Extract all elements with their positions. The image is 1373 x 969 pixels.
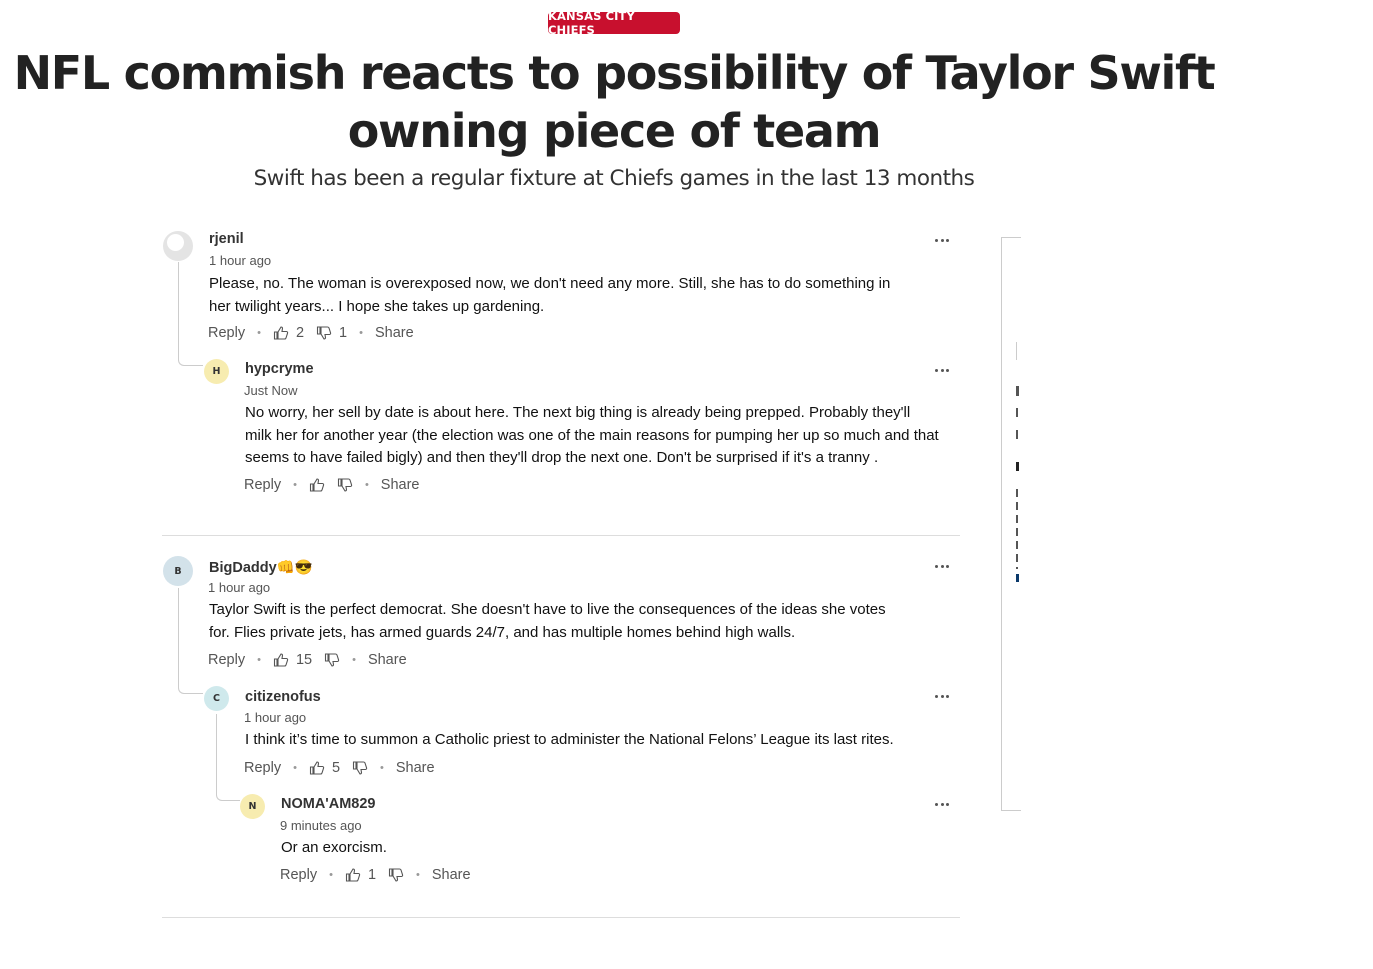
comment-actions: Reply • 15 • Share <box>208 652 407 668</box>
comment-username[interactable]: BigDaddy👊😎 <box>209 559 313 576</box>
more-options-icon[interactable] <box>935 367 949 373</box>
sidebar-fragment <box>1016 462 1019 471</box>
comment-timestamp: 1 hour ago <box>244 710 307 725</box>
comment-actions: Reply • 2 1 • Share <box>208 325 414 341</box>
comment-actions: Reply • 1 • Share <box>280 867 471 883</box>
category-badge[interactable]: KANSAS CITY CHIEFS <box>548 9 680 37</box>
more-options-icon[interactable] <box>935 237 949 243</box>
comment-timestamp: 9 minutes ago <box>280 818 362 833</box>
reply-button[interactable]: Reply <box>208 652 245 668</box>
thread-connector <box>216 714 240 801</box>
comment-text: I think it’s time to summon a Catholic p… <box>245 731 894 748</box>
reply-button[interactable]: Reply <box>244 477 281 493</box>
share-button[interactable]: Share <box>375 325 414 341</box>
thumbs-down-icon[interactable] <box>352 760 368 776</box>
like-count: 1 <box>367 867 377 883</box>
comment-username[interactable]: hypcryme <box>245 361 314 377</box>
like-count: 2 <box>295 325 305 341</box>
reply-button[interactable]: Reply <box>208 325 245 341</box>
comment-text: Or an exorcism. <box>281 839 387 856</box>
comment-text: Taylor Swift is the perfect democrat. Sh… <box>209 601 886 641</box>
thumbs-up-icon[interactable] <box>309 760 325 776</box>
share-button[interactable]: Share <box>432 867 471 883</box>
sidebar-fragment <box>1016 386 1019 396</box>
thread-divider <box>162 535 960 536</box>
like-count: 15 <box>295 652 313 668</box>
comment-username[interactable]: citizenofus <box>245 689 321 705</box>
comment-timestamp: 1 hour ago <box>209 253 272 268</box>
sidebar-fragment <box>1016 408 1018 417</box>
comment-text: Please, no. The woman is overexposed now… <box>209 275 891 315</box>
sidebar-fragment <box>1016 574 1019 582</box>
more-options-icon[interactable] <box>935 563 949 569</box>
sidebar-fragment <box>1016 342 1017 360</box>
comment-actions: Reply • • Share <box>244 477 420 493</box>
thumbs-up-icon[interactable] <box>273 325 289 341</box>
comment-username[interactable]: NOMA'AM829 <box>281 796 376 812</box>
thumbs-up-icon[interactable] <box>273 652 289 668</box>
thumbs-down-icon[interactable] <box>324 652 340 668</box>
more-options-icon[interactable] <box>935 693 949 699</box>
thumbs-up-icon[interactable] <box>345 867 361 883</box>
user-avatar[interactable]: H <box>204 359 229 384</box>
comment-text: No worry, her sell by date is about here… <box>245 404 939 466</box>
thread-connector <box>178 262 203 366</box>
reply-button[interactable]: Reply <box>280 867 317 883</box>
share-button[interactable]: Share <box>396 760 435 776</box>
sidebar-fragment <box>1016 430 1018 439</box>
article-headline: NFL commish reacts to possibility of Tay… <box>13 46 1216 158</box>
comment-actions: Reply • 5 • Share <box>244 760 435 776</box>
share-button[interactable]: Share <box>381 477 420 493</box>
thumbs-down-icon[interactable] <box>388 867 404 883</box>
user-avatar[interactable]: C <box>204 686 229 711</box>
reply-button[interactable]: Reply <box>244 760 281 776</box>
dislike-count: 1 <box>339 325 348 341</box>
thread-connector <box>178 588 203 694</box>
sidebar-panel <box>1001 237 1021 811</box>
comment-timestamp: Just Now <box>244 383 298 398</box>
comment-username[interactable]: rjenil <box>209 231 244 247</box>
default-avatar-icon[interactable] <box>163 231 193 261</box>
article-subheadline: Swift has been a regular fixture at Chie… <box>253 166 975 191</box>
sidebar-fragment <box>1016 489 1018 569</box>
user-avatar[interactable]: N <box>240 794 265 819</box>
user-avatar[interactable]: B <box>163 556 193 586</box>
more-options-icon[interactable] <box>935 801 949 807</box>
thumbs-down-icon[interactable] <box>337 477 353 493</box>
share-button[interactable]: Share <box>368 652 407 668</box>
comment-timestamp: 1 hour ago <box>208 580 271 595</box>
thumbs-up-icon[interactable] <box>309 477 325 493</box>
thumbs-down-icon[interactable] <box>316 325 332 341</box>
like-count: 5 <box>331 760 341 776</box>
thread-divider <box>162 917 960 918</box>
